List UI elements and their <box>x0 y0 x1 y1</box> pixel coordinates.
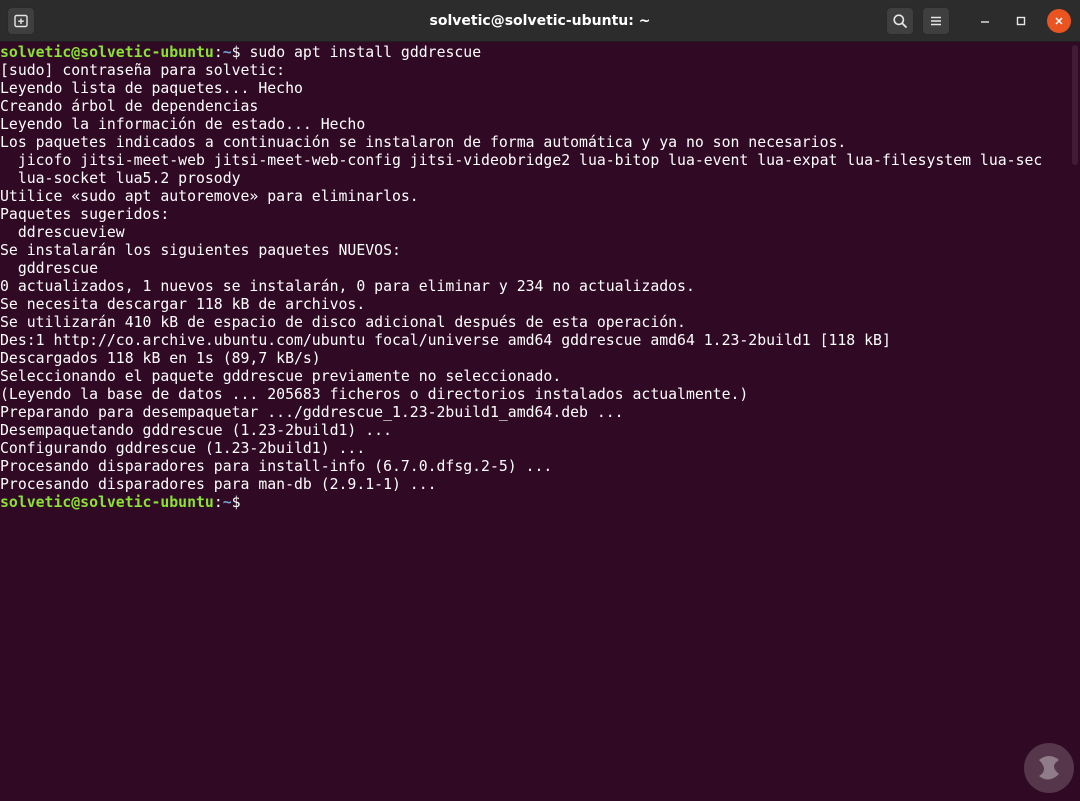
output-line: ddrescueview <box>0 224 125 241</box>
output-line: Procesando disparadores para install-inf… <box>0 458 553 475</box>
prompt-separator: : <box>213 44 223 61</box>
close-button[interactable] <box>1047 9 1071 33</box>
output-line: Preparando para desempaquetar .../gddres… <box>0 404 624 421</box>
new-tab-icon <box>14 14 28 28</box>
prompt-symbol: $ <box>231 494 241 511</box>
minimize-button[interactable] <box>973 9 997 33</box>
solvetic-logo <box>1024 743 1074 793</box>
output-line: Se instalarán los siguientes paquetes NU… <box>0 242 401 259</box>
maximize-button[interactable] <box>1009 9 1033 33</box>
scrollbar-thumb[interactable] <box>1072 45 1078 165</box>
output-line: lua-socket lua5.2 prosody <box>0 170 241 187</box>
prompt-user-host: solvetic@solvetic-ubuntu <box>0 44 214 61</box>
output-line: Utilice «sudo apt autoremove» para elimi… <box>0 188 419 205</box>
prompt-line: solvetic@solvetic-ubuntu:~$ <box>0 494 1068 512</box>
output-line: Se utilizarán 410 kB de espacio de disco… <box>0 314 686 331</box>
output-line: Se necesita descargar 118 kB de archivos… <box>0 296 366 313</box>
prompt-symbol: $ <box>231 44 241 61</box>
window-title: solvetic@solvetic-ubuntu: ~ <box>429 13 651 29</box>
output-line: gddrescue <box>0 260 98 277</box>
terminal-window: solvetic@solvetic-ubuntu: ~ solvetic@sol… <box>0 0 1080 800</box>
output-line: Los paquetes indicados a continuación se… <box>0 134 847 151</box>
prompt-user-host: solvetic@solvetic-ubuntu <box>0 494 214 511</box>
output-line: Leyendo la información de estado... Hech… <box>0 116 366 133</box>
close-icon <box>1055 17 1063 25</box>
prompt-path: ~ <box>222 44 232 61</box>
output-line: Seleccionando el paquete gddrescue previ… <box>0 368 562 385</box>
output-line: [sudo] contraseña para solvetic: <box>0 62 286 79</box>
output-line: 0 actualizados, 1 nuevos se instalarán, … <box>0 278 695 295</box>
maximize-icon <box>1016 16 1026 26</box>
prompt-separator: : <box>213 494 223 511</box>
output-line: Des:1 http://co.archive.ubuntu.com/ubunt… <box>0 332 891 349</box>
minimize-icon <box>981 21 989 23</box>
menu-button[interactable] <box>922 7 950 35</box>
prompt-line: solvetic@solvetic-ubuntu:~$ sudo apt ins… <box>0 44 1068 62</box>
output-line: (Leyendo la base de datos ... 205683 fic… <box>0 386 749 403</box>
output-line: Desempaquetando gddrescue (1.23-2build1)… <box>0 422 392 439</box>
new-tab-button[interactable] <box>7 7 35 35</box>
prompt-command: sudo apt install gddrescue <box>240 44 482 61</box>
output-line: Paquetes sugeridos: <box>0 206 170 223</box>
output-line: Creando árbol de dependencias <box>0 98 259 115</box>
output-line: Configurando gddrescue (1.23-2build1) ..… <box>0 440 366 457</box>
output-line: Procesando disparadores para man-db (2.9… <box>0 476 437 493</box>
search-button[interactable] <box>886 7 914 35</box>
search-icon <box>893 14 907 28</box>
hamburger-menu-icon <box>931 16 941 26</box>
title-bar[interactable]: solvetic@solvetic-ubuntu: ~ <box>0 0 1080 42</box>
output-line: jicofo jitsi-meet-web jitsi-meet-web-con… <box>0 152 1043 169</box>
terminal-output[interactable]: solvetic@solvetic-ubuntu:~$ sudo apt ins… <box>0 43 1068 801</box>
prompt-path: ~ <box>222 494 232 511</box>
output-line: Descargados 118 kB en 1s (89,7 kB/s) <box>0 350 321 367</box>
output-line: Leyendo lista de paquetes... Hecho <box>0 80 303 97</box>
scrollbar[interactable] <box>1068 43 1080 800</box>
